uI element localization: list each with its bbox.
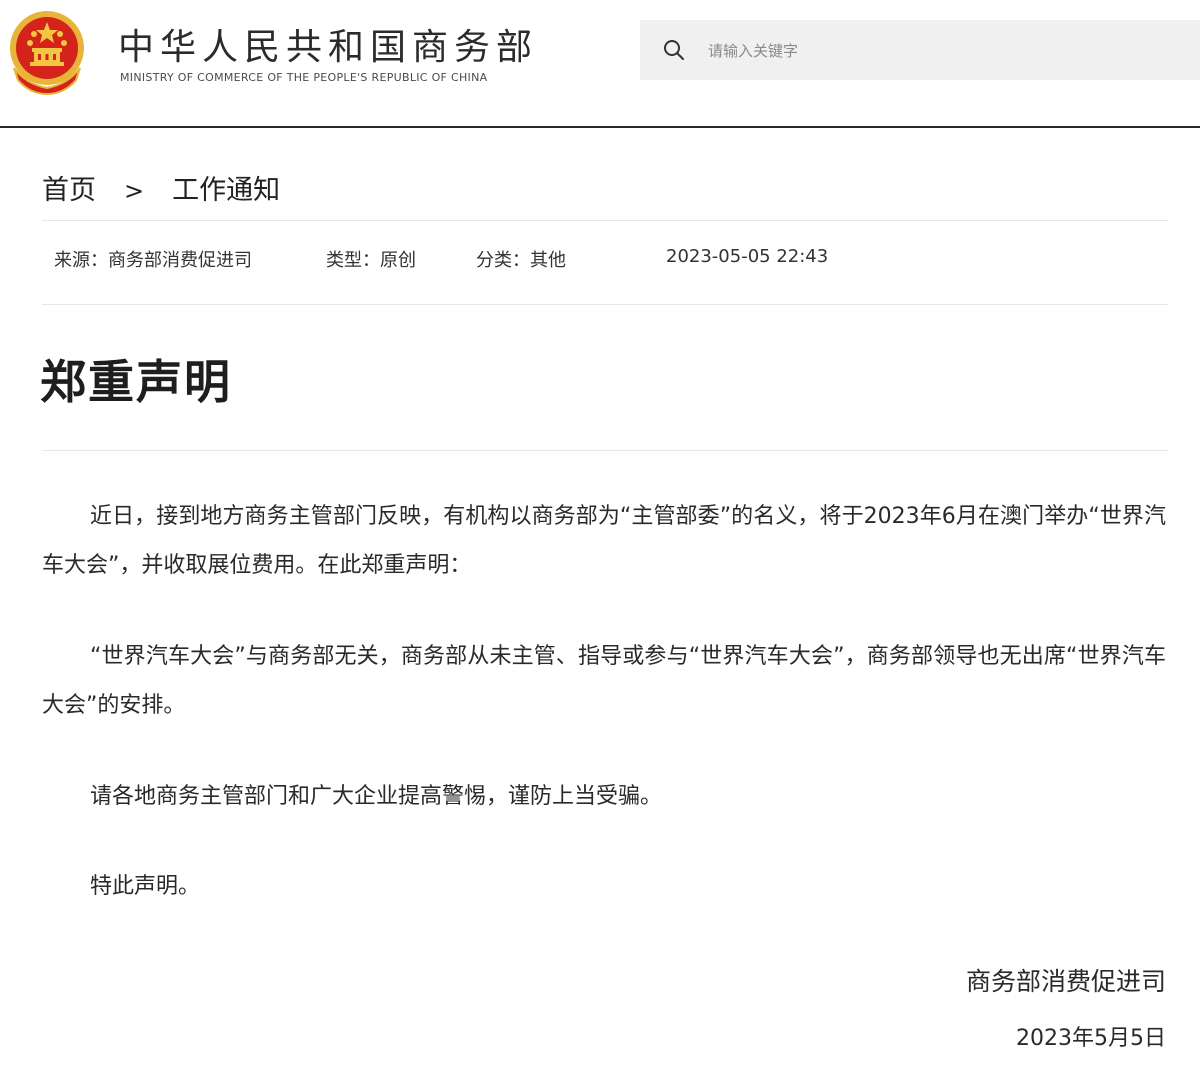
meta-datetime: 2023-05-05 22:43	[666, 246, 829, 267]
article-signature: 商务部消费促进司	[965, 967, 1166, 996]
article-title: 郑重声明	[40, 355, 232, 409]
national-emblem-icon[interactable]	[6, 8, 88, 96]
article-paragraph: 特此声明。	[90, 874, 201, 899]
article-paragraph: “世界汽车大会”与商务部无关，商务部从未主管、指导或参与“世界汽车大会”，商务部…	[42, 644, 1166, 718]
site-subtitle: MINISTRY OF COMMERCE OF THE PEOPLE'S REP…	[120, 71, 488, 84]
article-date: 2023年5月5日	[1016, 1026, 1166, 1051]
breadcrumb-separator: >	[124, 177, 145, 205]
breadcrumb-home-link[interactable]: 首页	[42, 175, 96, 206]
breadcrumb: 首页 > 工作通知	[42, 168, 280, 207]
meta-category: 分类：其他	[476, 250, 566, 271]
breadcrumb-current[interactable]: 工作通知	[172, 175, 280, 206]
search-icon[interactable]	[662, 38, 686, 62]
article-paragraph: 请各地商务主管部门和广大企业提高警惕，谨防上当受骗。	[90, 784, 663, 809]
divider	[42, 450, 1168, 451]
search-input[interactable]	[706, 34, 1180, 68]
search-bar[interactable]	[640, 20, 1200, 80]
meta-source: 来源：商务部消费促进司	[54, 250, 252, 271]
article-paragraph: 近日，接到地方商务主管部门反映，有机构以商务部为“主管部委”的名义，将于2023…	[42, 504, 1166, 578]
meta-type: 类型：原创	[326, 250, 416, 271]
site-header: 中华人民共和国商务部 MINISTRY OF COMMERCE OF THE P…	[0, 0, 1200, 128]
divider	[42, 220, 1168, 221]
site-title[interactable]: 中华人民共和国商务部	[118, 18, 538, 70]
divider	[42, 304, 1168, 305]
